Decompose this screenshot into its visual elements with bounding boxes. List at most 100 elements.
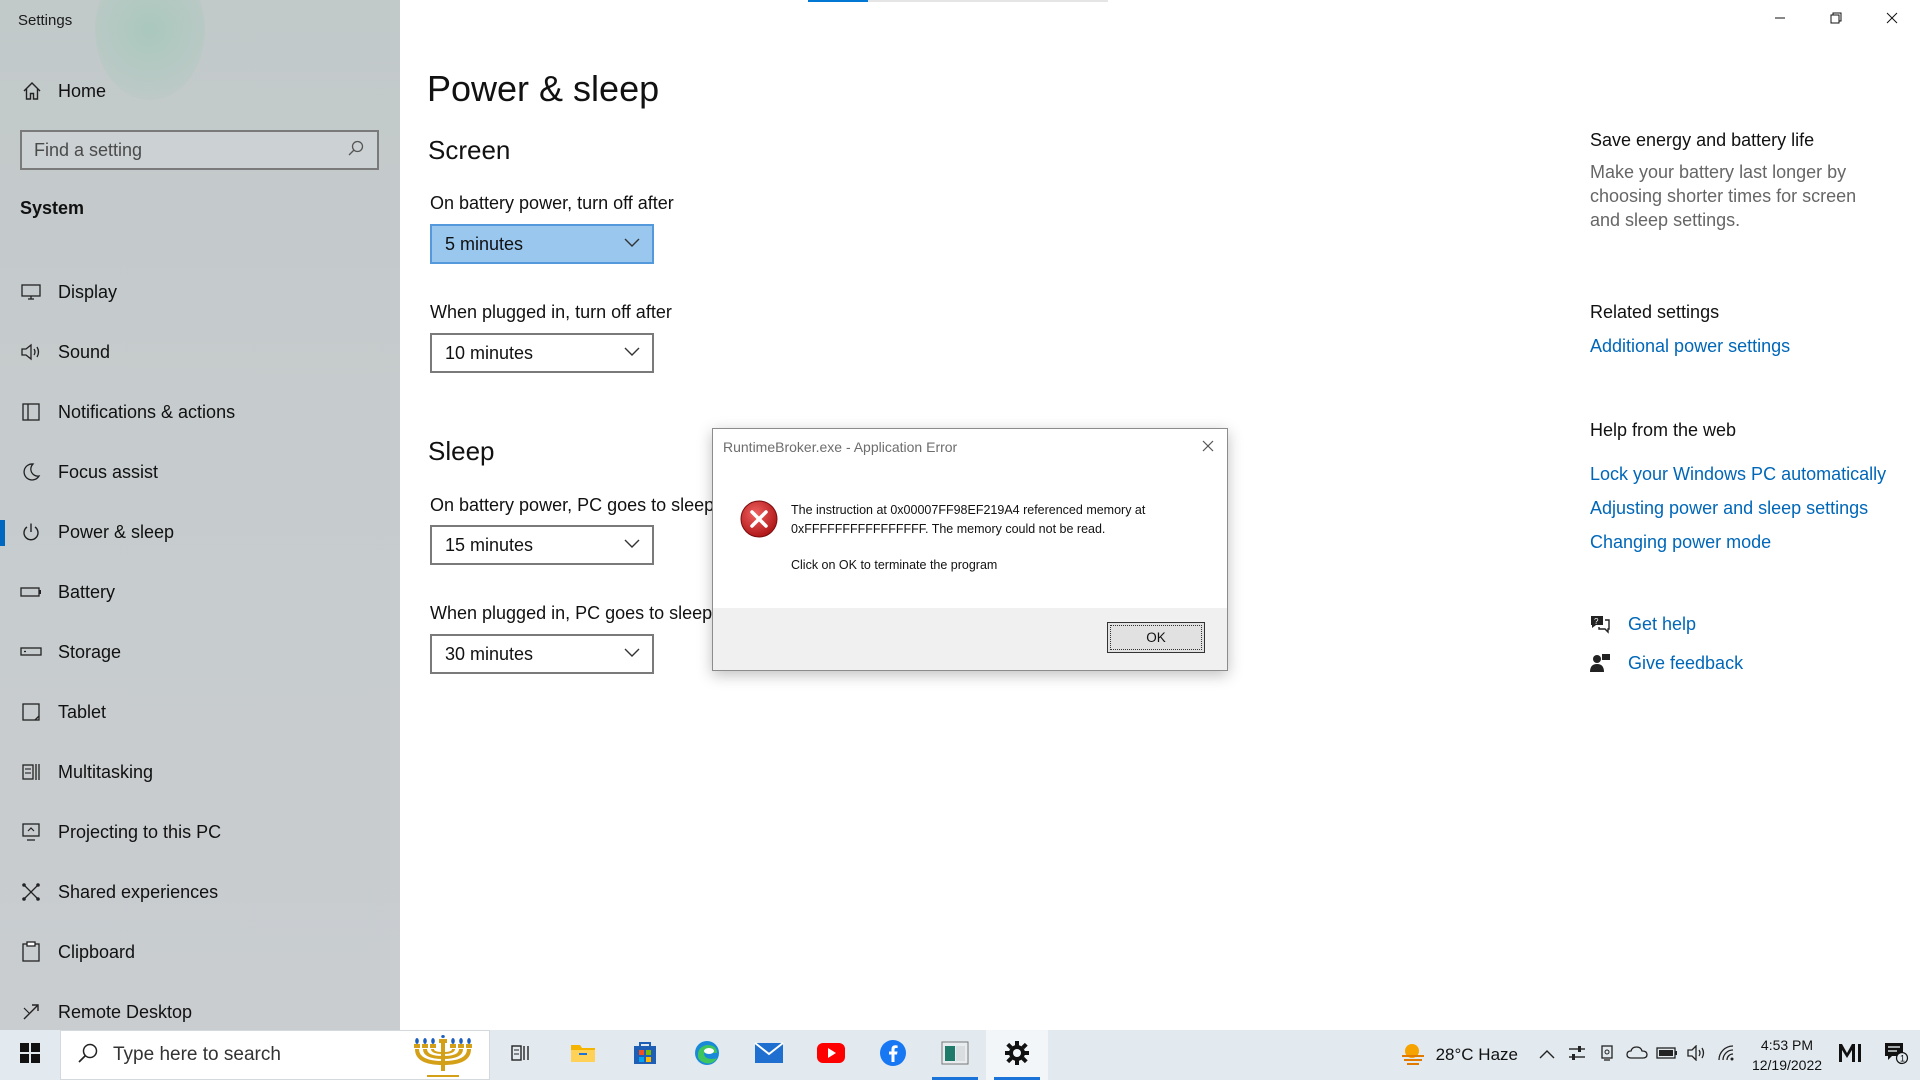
additional-power-settings-link[interactable]: Additional power settings: [1590, 336, 1790, 357]
sidebar-item-battery[interactable]: Battery: [0, 562, 400, 622]
ok-button[interactable]: OK: [1107, 622, 1205, 653]
taskbar-clock[interactable]: 4:53 PM 12/19/2022: [1742, 1035, 1832, 1075]
weather-widget[interactable]: 28°C Haze: [1398, 1040, 1518, 1071]
sidebar-item-label: Sound: [58, 341, 111, 362]
clipboard-icon: [20, 941, 42, 963]
tray-device-button[interactable]: [1592, 1030, 1622, 1080]
youtube-icon: [816, 1042, 846, 1069]
mail-icon: [754, 1041, 784, 1069]
youtube-button[interactable]: [800, 1030, 862, 1080]
tablet-icon: [20, 701, 42, 723]
dialog-footer: OK: [713, 608, 1227, 670]
home-label: Home: [58, 80, 107, 101]
search-icon[interactable]: [347, 139, 365, 162]
notification-icon: 1: [1883, 1041, 1909, 1070]
sidebar-item-label: Multitasking: [58, 761, 154, 782]
sidebar-item-label: Power & sleep: [58, 521, 175, 542]
onedrive-button[interactable]: [1622, 1030, 1652, 1080]
sidebar-item-focus-assist[interactable]: Focus assist: [0, 442, 400, 502]
notification-icon: [20, 401, 42, 423]
system-tray: 28°C Haze 4:53 PM 12/19/2022 1: [1398, 1030, 1920, 1080]
sidebar-item-sound[interactable]: Sound: [0, 322, 400, 382]
lock-pc-link[interactable]: Lock your Windows PC automatically: [1590, 464, 1886, 485]
changing-power-mode-link[interactable]: Changing power mode: [1590, 532, 1771, 553]
app-title: Settings: [18, 12, 73, 29]
get-help-row[interactable]: ? Get help: [1588, 612, 1696, 636]
sidebar-item-remote-desktop[interactable]: Remote Desktop: [0, 982, 400, 1030]
store-icon: [632, 1040, 658, 1071]
save-energy-text: Make your battery last longer by choosin…: [1590, 162, 1857, 230]
edge-button[interactable]: [676, 1030, 738, 1080]
speaker-icon: [20, 341, 42, 363]
home-link[interactable]: Home: [20, 78, 106, 104]
close-icon: [1201, 439, 1215, 458]
facebook-icon: [879, 1039, 907, 1072]
minimize-button[interactable]: [1752, 0, 1808, 40]
screen-battery-dropdown[interactable]: 5 minutes: [430, 224, 654, 264]
network-button[interactable]: [1712, 1030, 1742, 1080]
file-explorer-button[interactable]: [552, 1030, 614, 1080]
sidebar-item-label: Clipboard: [58, 941, 136, 962]
m-logo-icon: [1838, 1043, 1866, 1068]
svg-text:?: ?: [1594, 617, 1599, 626]
mail-button[interactable]: [738, 1030, 800, 1080]
show-hidden-icons-button[interactable]: [1532, 1030, 1562, 1080]
sidebar-item-label: Shared experiences: [58, 881, 219, 902]
monitor-icon: [20, 281, 42, 303]
battery-icon: [1656, 1046, 1678, 1064]
page-title: Power & sleep: [427, 68, 660, 109]
microsoft-store-button[interactable]: [614, 1030, 676, 1080]
home-icon: [20, 79, 44, 103]
chevron-down-icon: [624, 344, 640, 362]
wifi-icon: [1717, 1044, 1737, 1067]
sidebar-item-clipboard[interactable]: Clipboard: [0, 922, 400, 982]
sidebar: Settings Home System Display Sound Notif…: [0, 0, 400, 1030]
settings-search-box[interactable]: [20, 130, 379, 170]
action-center-button[interactable]: 1: [1872, 1030, 1920, 1080]
dialog-title: RuntimeBroker.exe - Application Error: [723, 439, 958, 455]
start-button[interactable]: [0, 1030, 60, 1080]
give-feedback-row[interactable]: Give feedback: [1588, 651, 1743, 675]
facebook-button[interactable]: [862, 1030, 924, 1080]
battery-icon: [20, 581, 42, 603]
chat-help-icon: ?: [1588, 612, 1612, 636]
taskbar-search-box[interactable]: Type here to search: [60, 1030, 490, 1080]
close-button[interactable]: [1864, 0, 1920, 40]
projecting-icon: [20, 821, 42, 843]
restore-button[interactable]: [1808, 0, 1864, 40]
screen-plugged-dropdown[interactable]: 10 minutes: [430, 333, 654, 373]
volume-button[interactable]: [1682, 1030, 1712, 1080]
notification-count: 1: [1900, 1053, 1905, 1063]
menorah-icon: [407, 1035, 479, 1080]
sidebar-item-storage[interactable]: Storage: [0, 622, 400, 682]
task-view-button[interactable]: [490, 1030, 552, 1080]
app-window-icon: [941, 1041, 969, 1070]
sidebar-item-label: Tablet: [58, 701, 107, 722]
sidebar-item-notifications[interactable]: Notifications & actions: [0, 382, 400, 442]
sleep-plugged-dropdown[interactable]: 30 minutes: [430, 634, 654, 674]
sleep-plugged-label: When plugged in, PC goes to sleep after: [430, 603, 754, 623]
sidebar-acrylic-glow: [95, 0, 205, 100]
adjusting-power-link[interactable]: Adjusting power and sleep settings: [1590, 498, 1868, 519]
search-icon: [77, 1042, 99, 1069]
battery-status-button[interactable]: [1652, 1030, 1682, 1080]
sleep-battery-dropdown[interactable]: 15 minutes: [430, 525, 654, 565]
dropdown-value: 30 minutes: [445, 643, 534, 664]
get-help-link: Get help: [1628, 613, 1697, 634]
weather-text: 28°C Haze: [1435, 1045, 1518, 1064]
minimize-icon: [1774, 11, 1786, 29]
dialog-close-button[interactable]: [1197, 437, 1219, 459]
sidebar-item-power-sleep[interactable]: Power & sleep: [0, 502, 400, 562]
tray-app-button[interactable]: [1832, 1030, 1872, 1080]
sidebar-item-shared-experiences[interactable]: Shared experiences: [0, 862, 400, 922]
settings-taskbar-button[interactable]: [986, 1030, 1048, 1080]
settings-search-input[interactable]: [34, 139, 347, 161]
running-app-button[interactable]: [924, 1030, 986, 1080]
remote-desktop-icon: [20, 1001, 42, 1023]
sidebar-item-tablet[interactable]: Tablet: [0, 682, 400, 742]
related-settings-heading: Related settings: [1590, 302, 1720, 322]
tray-settings-button[interactable]: [1562, 1030, 1592, 1080]
sidebar-item-projecting[interactable]: Projecting to this PC: [0, 802, 400, 862]
sidebar-item-multitasking[interactable]: Multitasking: [0, 742, 400, 802]
sidebar-item-display[interactable]: Display: [0, 262, 400, 322]
